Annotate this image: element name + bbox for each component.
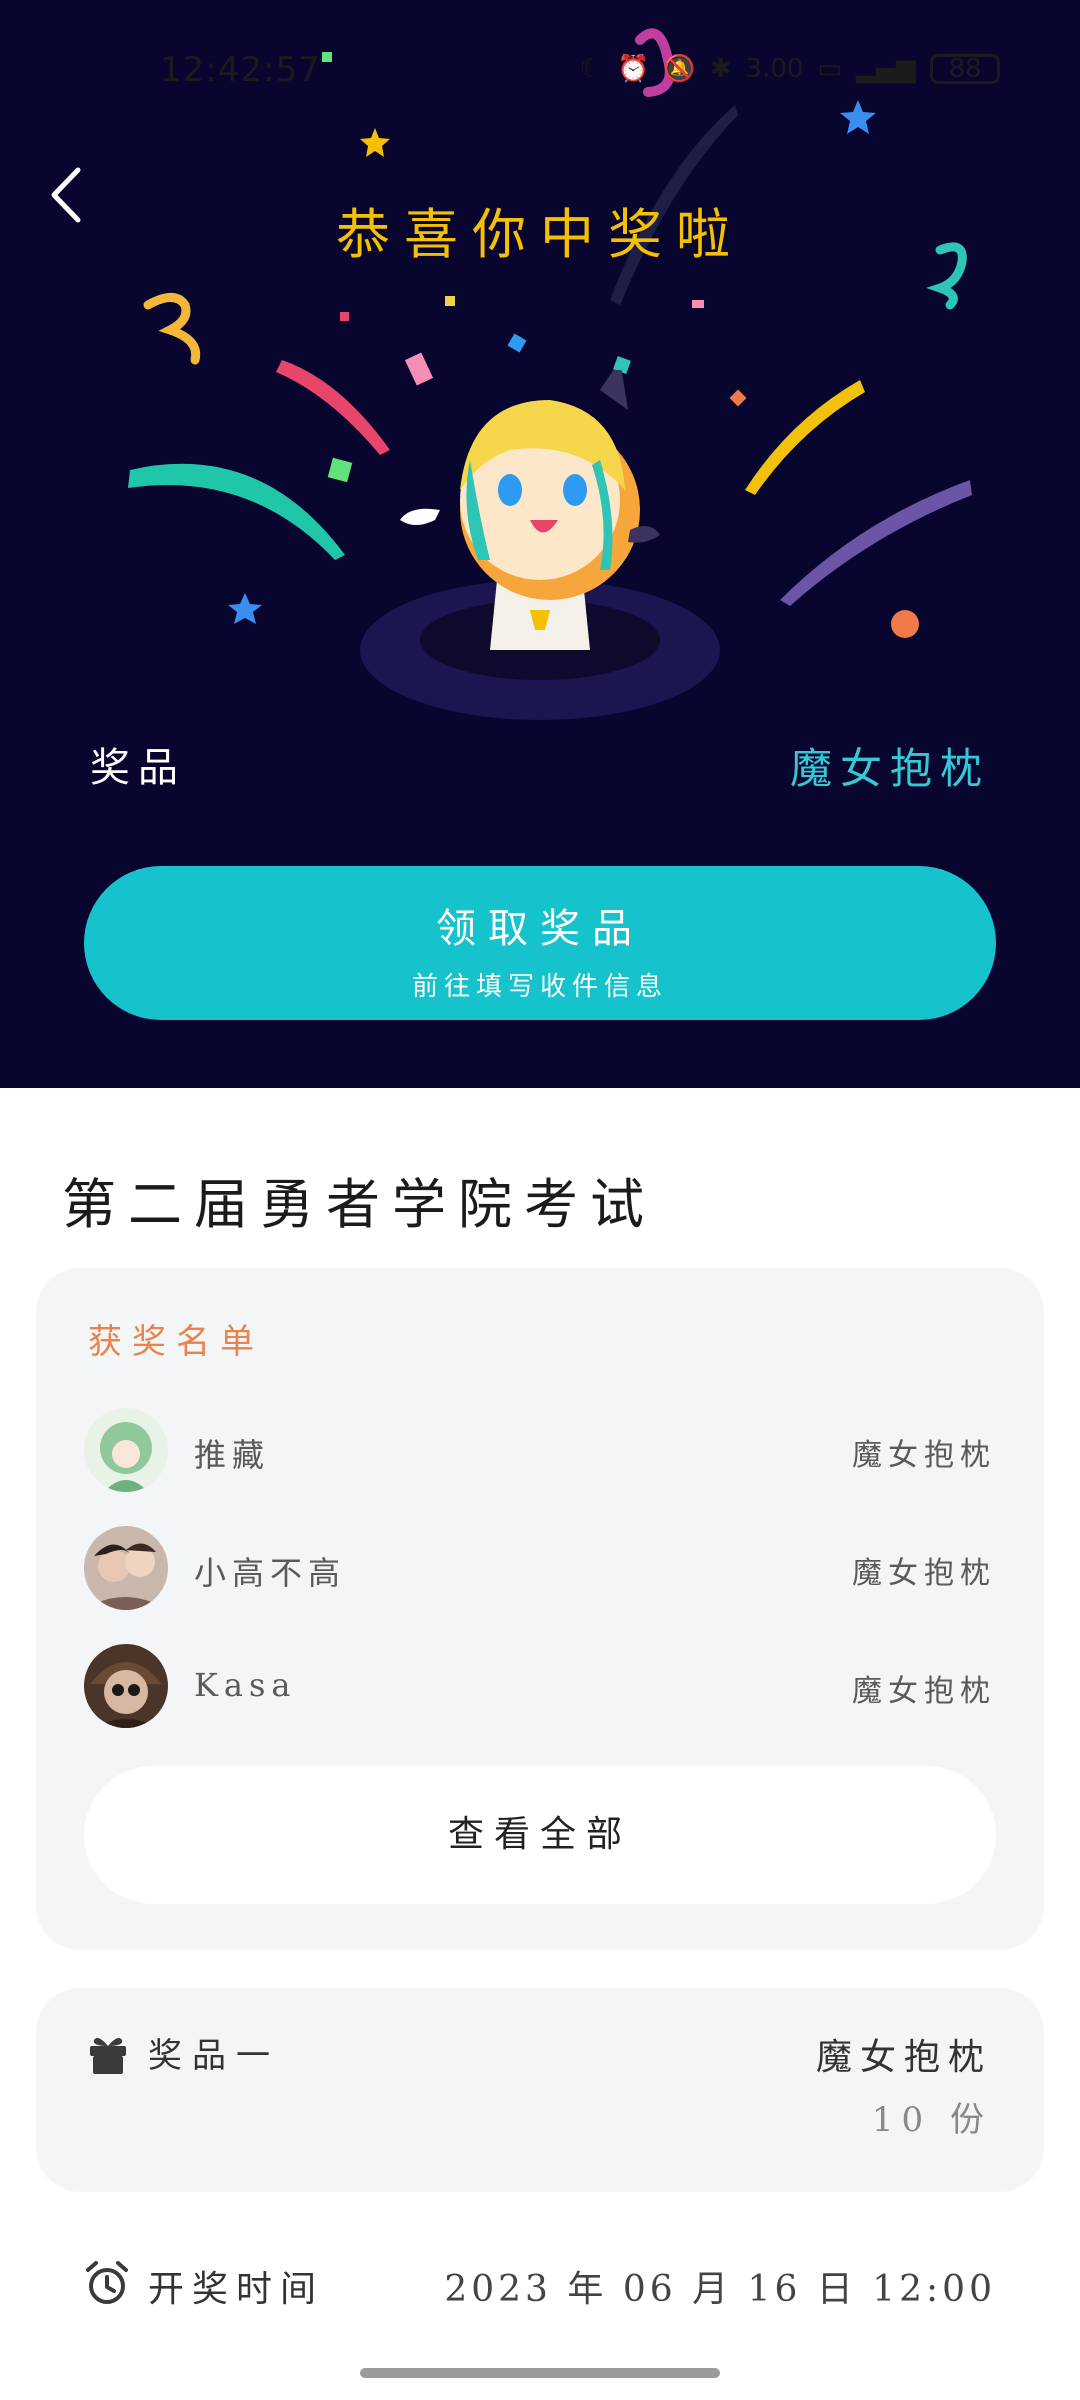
winners-heading: 获奖名单 [88,1322,264,1362]
prize-quantity: 10 份 [871,2100,992,2140]
status-icons: ☾ ⏰ 🔕 ✱ 3.00 ▭ ▂▄▆ 88 [580,54,1000,84]
avatar [84,1644,168,1728]
winner-prize: 魔女抱枕 [852,1556,996,1591]
winner-row[interactable]: 推藏 魔女抱枕 [84,1408,996,1496]
winners-card: 获奖名单 推藏 魔女抱枕 小高不高 魔女抱枕 Kasa 魔女抱枕 查看全部 [36,1268,1044,1950]
hero-banner: 12:42:57 ☾ ⏰ 🔕 ✱ 3.00 ▭ ▂▄▆ 88 恭喜你中奖啦 奖品… [0,0,1080,1088]
winner-row[interactable]: Kasa 魔女抱枕 [84,1644,996,1732]
battery-indicator: 88 [930,54,1000,84]
prize-info-card: 奖品一 魔女抱枕 10 份 [36,1988,1044,2192]
draw-time-row: 开奖时间 2023 年 06 月 16 日 12:00 [0,2250,1080,2320]
winner-prize: 魔女抱枕 [852,1674,996,1709]
network-speed: 3.00 [745,54,804,84]
winner-name: 小高不高 [194,1554,347,1592]
prize-item-label: 奖品一 [148,2036,280,2076]
hd-icon: ▭ [817,54,842,84]
alarm-clock-icon [86,2261,128,2304]
prize-item-name: 魔女抱枕 [815,2037,992,2078]
winner-prize: 魔女抱枕 [852,1438,996,1473]
prize-label: 奖品 [90,745,186,791]
winner-row[interactable]: 小高不高 魔女抱枕 [84,1526,996,1614]
mute-icon: 🔕 [663,54,696,84]
claim-button-label: 领取奖品 [436,906,644,952]
avatar [84,1408,168,1492]
draw-time-value: 2023 年 06 月 16 日 12:00 [444,2269,996,2310]
prize-value: 魔女抱枕 [789,744,990,793]
mascot-illustration [360,370,720,720]
alarm-icon: ⏰ [616,54,650,84]
gift-icon [90,2038,126,2074]
claim-prize-button[interactable]: 领取奖品 前往填写收件信息 [84,866,996,1020]
bluetooth-icon: ✱ [709,54,732,84]
avatar [84,1526,168,1610]
event-title: 第二届勇者学院考试 [62,1173,656,1236]
winner-name: Kasa [194,1666,297,1704]
winner-name: 推藏 [194,1436,271,1474]
signal-icon: ▂▄▆ [856,54,916,84]
claim-button-sublabel: 前往填写收件信息 [411,972,668,1002]
home-indicator[interactable] [360,2368,720,2378]
prize-row: 奖品 魔女抱枕 [0,735,1080,795]
draw-time-label: 开奖时间 [148,2269,325,2310]
view-all-button[interactable]: 查看全部 [84,1766,996,1904]
status-time: 12:42:57 [160,50,321,90]
moon-icon: ☾ [579,54,603,84]
congrats-title: 恭喜你中奖啦 [336,203,744,266]
status-bar: 12:42:57 ☾ ⏰ 🔕 ✱ 3.00 ▭ ▂▄▆ 88 [0,40,1080,100]
